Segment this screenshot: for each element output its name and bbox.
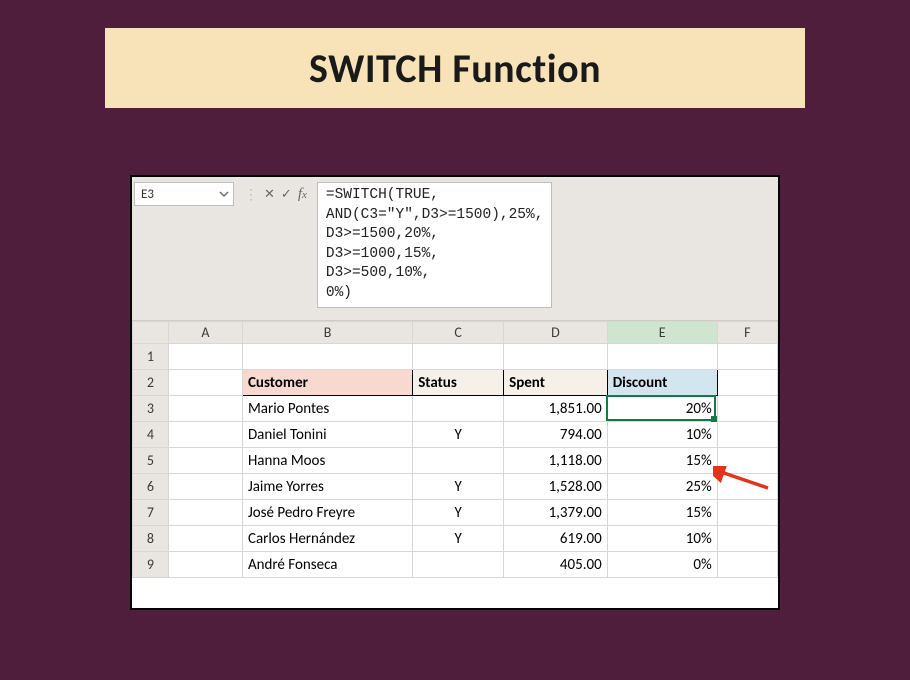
cell-discount[interactable]: 0%: [607, 552, 717, 578]
title-banner: SWITCH Function: [105, 28, 805, 108]
cell-spent[interactable]: 619.00: [504, 526, 608, 552]
select-all-corner[interactable]: [133, 322, 169, 344]
formula-input[interactable]: =SWITCH(TRUE, AND(C3="Y",D3>=1500),25%, …: [317, 182, 553, 308]
cell-spent[interactable]: 794.00: [504, 422, 608, 448]
table-row: 6 Jaime YorresY1,528.0025%: [133, 474, 778, 500]
name-box-value: E3: [141, 187, 154, 202]
table-row: 5 Hanna Moos 1,118.0015%: [133, 448, 778, 474]
table-row: 1: [133, 344, 778, 370]
col-header-B[interactable]: B: [242, 322, 412, 344]
cell-status[interactable]: Y: [413, 422, 504, 448]
row-header-9[interactable]: 9: [133, 552, 169, 578]
page-title: SWITCH Function: [309, 44, 601, 93]
row-header-8[interactable]: 8: [133, 526, 169, 552]
cell[interactable]: [717, 500, 777, 526]
cell[interactable]: [717, 448, 777, 474]
excel-window: E3 ⋮ ✕ ✓ fx =SWITCH(TRUE, AND(C3="Y",D3>…: [130, 175, 780, 610]
cell-customer[interactable]: Hanna Moos: [242, 448, 412, 474]
row-header-6[interactable]: 6: [133, 474, 169, 500]
header-customer[interactable]: Customer: [242, 370, 412, 396]
column-headers: ABCDEF: [133, 322, 778, 344]
cell-discount[interactable]: 10%: [607, 422, 717, 448]
cell[interactable]: [242, 344, 412, 370]
confirm-icon[interactable]: ✓: [281, 187, 292, 202]
cell[interactable]: [168, 526, 242, 552]
row-header-7[interactable]: 7: [133, 500, 169, 526]
cell-discount[interactable]: 15%: [607, 500, 717, 526]
cell-status[interactable]: Y: [413, 474, 504, 500]
table-row: 9 André Fonseca 405.000%: [133, 552, 778, 578]
formula-bar: E3 ⋮ ✕ ✓ fx =SWITCH(TRUE, AND(C3="Y",D3>…: [132, 177, 778, 321]
cell-discount[interactable]: 25%: [607, 474, 717, 500]
table-row: 2 CustomerStatusSpentDiscount: [133, 370, 778, 396]
row-header-2[interactable]: 2: [133, 370, 169, 396]
cell-status[interactable]: Y: [413, 500, 504, 526]
formula-bar-buttons: ⋮ ✕ ✓ fx: [238, 182, 313, 206]
cell-customer[interactable]: André Fonseca: [242, 552, 412, 578]
table-row: 4 Daniel ToniniY794.0010%: [133, 422, 778, 448]
row-header-1[interactable]: 1: [133, 344, 169, 370]
col-header-A[interactable]: A: [168, 322, 242, 344]
cell-spent[interactable]: 405.00: [504, 552, 608, 578]
row-header-4[interactable]: 4: [133, 422, 169, 448]
spreadsheet-grid[interactable]: ABCDEF 12 CustomerStatusSpentDiscount 3 Mar…: [132, 321, 778, 578]
cell[interactable]: [717, 526, 777, 552]
cell-customer[interactable]: José Pedro Freyre: [242, 500, 412, 526]
header-spent[interactable]: Spent: [504, 370, 608, 396]
cell-discount[interactable]: 10%: [607, 526, 717, 552]
cell[interactable]: [717, 344, 777, 370]
cell-spent[interactable]: 1,528.00: [504, 474, 608, 500]
cell[interactable]: [607, 344, 717, 370]
cell-discount[interactable]: 20%: [607, 396, 717, 422]
table-row: 7 José Pedro FreyreY1,379.0015%: [133, 500, 778, 526]
cell-spent[interactable]: 1,379.00: [504, 500, 608, 526]
cancel-icon[interactable]: ✕: [264, 187, 275, 202]
cell[interactable]: [717, 396, 777, 422]
cell[interactable]: [717, 552, 777, 578]
cell[interactable]: [717, 422, 777, 448]
fx-icon[interactable]: fx: [298, 186, 307, 203]
col-header-F[interactable]: F: [717, 322, 777, 344]
col-header-E[interactable]: E: [607, 322, 717, 344]
cell[interactable]: [168, 552, 242, 578]
cell-spent[interactable]: 1,118.00: [504, 448, 608, 474]
cell[interactable]: [168, 422, 242, 448]
header-discount[interactable]: Discount: [607, 370, 717, 396]
cell-status[interactable]: [413, 552, 504, 578]
cell[interactable]: [504, 344, 608, 370]
cell[interactable]: [168, 500, 242, 526]
header-status[interactable]: Status: [413, 370, 504, 396]
cell[interactable]: [168, 474, 242, 500]
name-box[interactable]: E3: [134, 182, 234, 206]
cell-discount[interactable]: 15%: [607, 448, 717, 474]
cell-status[interactable]: Y: [413, 526, 504, 552]
table-row: 3 Mario Pontes 1,851.0020%: [133, 396, 778, 422]
col-header-D[interactable]: D: [504, 322, 608, 344]
row-header-3[interactable]: 3: [133, 396, 169, 422]
cell-status[interactable]: [413, 448, 504, 474]
cell-customer[interactable]: Carlos Hernández: [242, 526, 412, 552]
col-header-C[interactable]: C: [413, 322, 504, 344]
table-row: 8 Carlos HernándezY619.0010%: [133, 526, 778, 552]
chevron-down-icon: [219, 189, 229, 199]
cell[interactable]: [413, 344, 504, 370]
cell[interactable]: [717, 370, 777, 396]
row-header-5[interactable]: 5: [133, 448, 169, 474]
separator-icon: ⋮: [244, 186, 258, 203]
cell[interactable]: [168, 370, 242, 396]
cell-status[interactable]: [413, 396, 504, 422]
cell[interactable]: [168, 448, 242, 474]
cell-customer[interactable]: Jaime Yorres: [242, 474, 412, 500]
cell[interactable]: [717, 474, 777, 500]
cell[interactable]: [168, 344, 242, 370]
cell-spent[interactable]: 1,851.00: [504, 396, 608, 422]
cell[interactable]: [168, 396, 242, 422]
cell-customer[interactable]: Mario Pontes: [242, 396, 412, 422]
cell-customer[interactable]: Daniel Tonini: [242, 422, 412, 448]
